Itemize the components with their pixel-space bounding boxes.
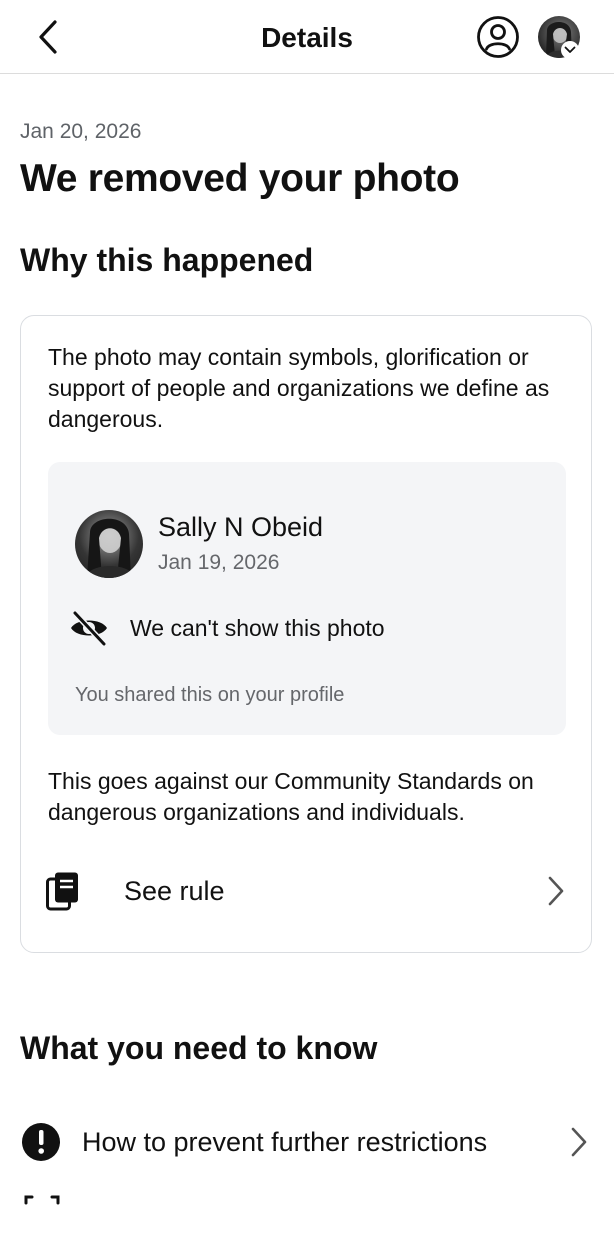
shared-location-note: You shared this on your profile xyxy=(75,684,345,706)
see-rule-label: See rule xyxy=(124,875,225,906)
top-app-bar: Details xyxy=(0,0,614,74)
prevent-restrictions-label: How to prevent further restrictions xyxy=(82,1126,488,1157)
profile-switcher-button[interactable] xyxy=(538,16,582,60)
back-button[interactable] xyxy=(28,14,68,60)
eye-off-icon xyxy=(68,608,110,648)
post-date: Jan 19, 2026 xyxy=(158,551,280,574)
hidden-photo-message: We can't show this photo xyxy=(130,614,385,641)
next-list-item-partial[interactable] xyxy=(20,1190,594,1220)
removed-post-preview: Sally N Obeid Jan 19, 2026 We can't show… xyxy=(48,462,566,735)
notice-date: Jan 20, 2026 xyxy=(20,120,142,143)
hidden-photo-notice: We can't show this photo xyxy=(68,608,385,648)
header-title: Details xyxy=(261,22,353,53)
violation-card: The photo may contain symbols, glorifica… xyxy=(20,315,592,953)
prevent-restrictions-item[interactable]: How to prevent further restrictions xyxy=(20,1116,594,1168)
violation-description: The photo may contain symbols, glorifica… xyxy=(48,344,550,432)
chevron-left-icon xyxy=(39,20,57,54)
partial-item-icon xyxy=(24,1195,60,1205)
exclamation-icon xyxy=(20,1121,62,1163)
rule-book-icon xyxy=(41,869,85,913)
chevron-right-icon xyxy=(564,1122,594,1162)
see-rule-button[interactable]: See rule xyxy=(41,864,571,918)
post-author-name: Sally N Obeid xyxy=(158,512,324,542)
account-circle-icon xyxy=(477,16,519,58)
why-section-heading: Why this happened xyxy=(20,242,314,278)
community-standards-text: This goes against our Community Standard… xyxy=(48,768,534,825)
page-title: We removed your photo xyxy=(20,157,460,200)
know-section-heading: What you need to know xyxy=(20,1030,378,1066)
chevron-right-icon xyxy=(541,871,571,911)
account-button[interactable] xyxy=(475,14,521,60)
author-avatar xyxy=(75,510,143,578)
chevron-down-icon xyxy=(561,41,579,59)
